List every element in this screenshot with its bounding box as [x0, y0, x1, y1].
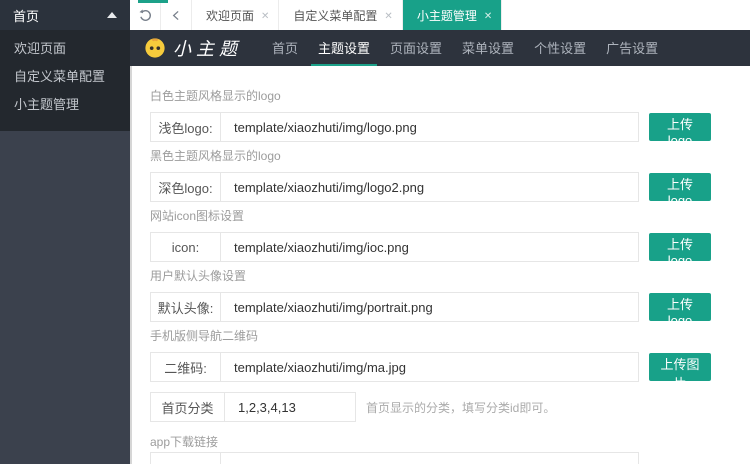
sidebar-item[interactable]: 欢迎页面 — [0, 35, 130, 63]
close-icon[interactable] — [261, 9, 269, 22]
app-window: 首页 欢迎页面自定义菜单配置小主题管理 欢迎页面 自定义菜单配置 — [0, 0, 750, 464]
category-input-group: 首页分类 — [150, 392, 356, 422]
input-group: 深色logo: — [150, 172, 639, 202]
tab[interactable]: 自定义菜单配置 — [279, 0, 402, 30]
form-row: 浅色logo: 上传logo — [150, 112, 750, 142]
form-section: 用户默认头像设置 默认头像: 上传logo — [150, 268, 750, 322]
theme-navbar: 小主题 首页主题设置页面设置菜单设置个性设置广告设置 — [130, 30, 750, 66]
navbar-menu: 首页主题设置页面设置菜单设置个性设置广告设置 — [262, 30, 668, 66]
input-group: 浅色logo: — [150, 112, 639, 142]
close-icon[interactable] — [484, 9, 492, 22]
upload-button[interactable]: 上传图片 — [649, 353, 711, 381]
navbar-item[interactable]: 菜单设置 — [455, 30, 521, 66]
field-input[interactable] — [221, 293, 638, 321]
sidebar-group-home[interactable]: 首页 — [0, 0, 130, 30]
sidebar-group-label: 首页 — [13, 6, 39, 25]
navbar-item[interactable]: 主题设置 — [311, 30, 377, 66]
upload-button[interactable]: 上传logo — [649, 173, 711, 201]
category-input[interactable] — [225, 393, 355, 421]
back-button[interactable] — [161, 0, 192, 30]
input-group: 默认头像: — [150, 292, 639, 322]
category-row: 首页分类 首页显示的分类，填写分类id即可。 — [150, 392, 750, 422]
refresh-button[interactable] — [130, 0, 161, 30]
section-heading: 用户默认头像设置 — [150, 268, 750, 285]
upload-button[interactable]: 上传logo — [649, 293, 711, 321]
section-heading-app-link: app下载链接 — [150, 434, 750, 451]
field-label: icon: — [151, 233, 221, 261]
field-input[interactable] — [221, 173, 638, 201]
app-link-input-group — [150, 452, 639, 464]
field-input[interactable] — [221, 113, 638, 141]
tab-bar: 欢迎页面 自定义菜单配置 小主题管理 — [130, 0, 750, 30]
tab-label: 欢迎页面 — [206, 7, 254, 24]
chevron-up-icon — [107, 12, 117, 18]
form-section: 网站icon图标设置 icon: 上传logo — [150, 208, 750, 262]
app-link-input[interactable] — [221, 453, 638, 464]
navbar-item[interactable]: 页面设置 — [383, 30, 449, 66]
form-section: 黑色主题风格显示的logo 深色logo: 上传logo — [150, 148, 750, 202]
refresh-icon — [138, 8, 153, 23]
brand: 小主题 — [130, 30, 256, 66]
settings-form: 白色主题风格显示的logo 浅色logo: 上传logo 黑色主题风格显示的lo… — [130, 66, 750, 464]
form-row: 默认头像: 上传logo — [150, 292, 750, 322]
chevron-left-icon — [170, 9, 183, 22]
category-field-label: 首页分类 — [151, 393, 225, 421]
close-icon[interactable] — [384, 9, 392, 22]
brand-title: 小主题 — [173, 35, 242, 61]
field-label: 深色logo: — [151, 173, 221, 201]
app-link-row — [150, 452, 750, 464]
navbar-item[interactable]: 个性设置 — [527, 30, 593, 66]
upload-button[interactable]: 上传logo — [649, 113, 711, 141]
section-heading: 手机版侧导航二维码 — [150, 328, 750, 345]
field-label: 默认头像: — [151, 293, 221, 321]
field-input[interactable] — [221, 233, 638, 261]
section-heading: 黑色主题风格显示的logo — [150, 148, 750, 165]
section-heading: 白色主题风格显示的logo — [150, 88, 750, 105]
form-row: icon: 上传logo — [150, 232, 750, 262]
field-label: 浅色logo: — [151, 113, 221, 141]
upload-button[interactable]: 上传logo — [649, 233, 711, 261]
tab-label: 小主题管理 — [417, 7, 477, 24]
brand-logo-icon — [144, 37, 166, 59]
tab[interactable]: 小主题管理 — [403, 0, 502, 30]
navbar-item[interactable]: 首页 — [265, 30, 305, 66]
tab-strip: 欢迎页面 自定义菜单配置 小主题管理 — [192, 0, 502, 30]
form-row: 深色logo: 上传logo — [150, 172, 750, 202]
tab[interactable]: 欢迎页面 — [192, 0, 279, 30]
sidebar: 首页 欢迎页面自定义菜单配置小主题管理 — [0, 0, 130, 464]
input-group: icon: — [150, 232, 639, 262]
tab-label: 自定义菜单配置 — [293, 7, 377, 24]
sidebar-menu: 欢迎页面自定义菜单配置小主题管理 — [0, 30, 130, 131]
section-heading: 网站icon图标设置 — [150, 208, 750, 225]
category-hint: 首页显示的分类，填写分类id即可。 — [366, 399, 555, 416]
navbar-item[interactable]: 广告设置 — [599, 30, 665, 66]
field-input[interactable] — [221, 353, 638, 381]
form-row: 二维码: 上传图片 — [150, 352, 750, 382]
app-link-field-label — [151, 453, 221, 464]
main-panel: 欢迎页面 自定义菜单配置 小主题管理 小主题 首页主题设置页面设置菜单设置个性设… — [130, 0, 750, 464]
form-section: 白色主题风格显示的logo 浅色logo: 上传logo — [150, 88, 750, 142]
sidebar-item[interactable]: 自定义菜单配置 — [0, 63, 130, 91]
loading-progress-bar — [138, 0, 168, 3]
form-section: 手机版侧导航二维码 二维码: 上传图片 — [150, 328, 750, 382]
sidebar-item[interactable]: 小主题管理 — [0, 91, 130, 119]
input-group: 二维码: — [150, 352, 639, 382]
field-label: 二维码: — [151, 353, 221, 381]
